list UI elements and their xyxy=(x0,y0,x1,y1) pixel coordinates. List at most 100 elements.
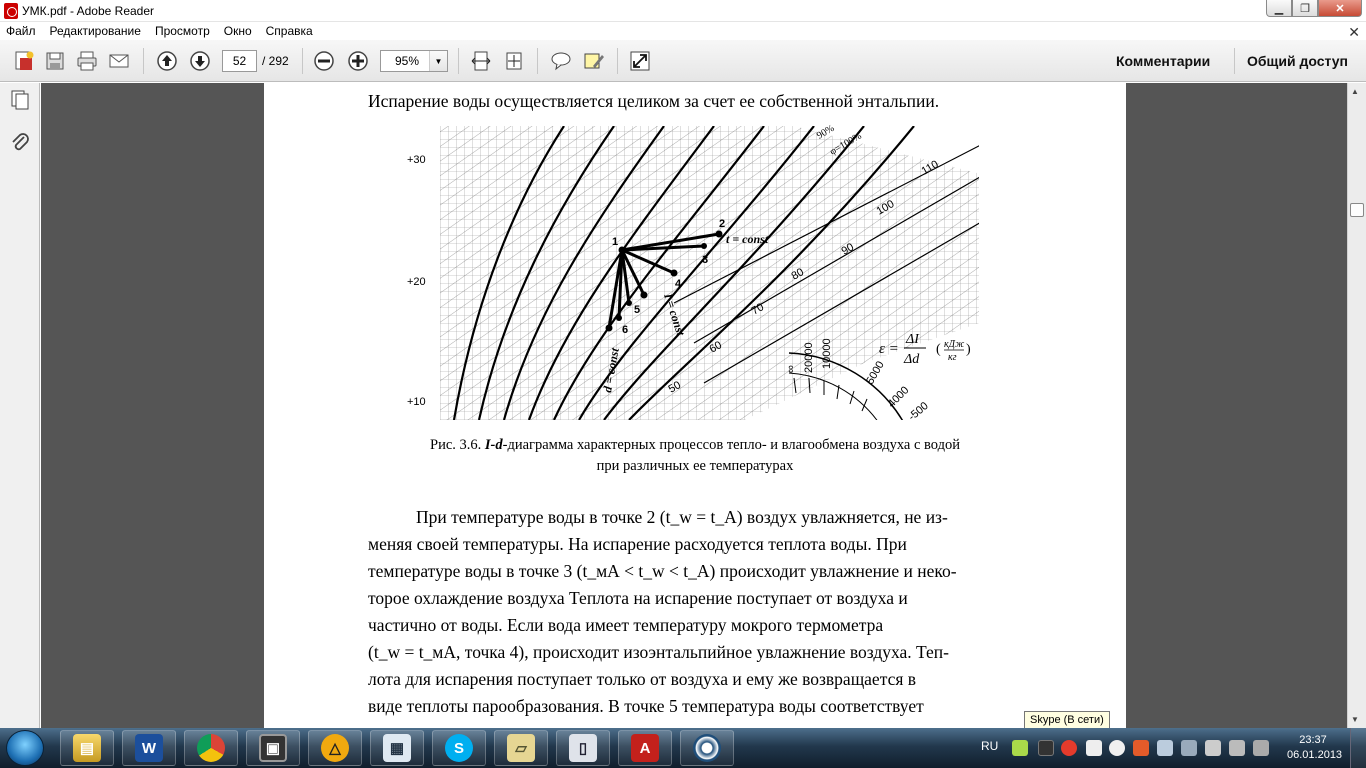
tray-app-icon[interactable] xyxy=(1038,740,1054,756)
previous-page-button[interactable] xyxy=(155,49,179,73)
email-button[interactable] xyxy=(107,49,131,73)
create-pdf-icon xyxy=(15,51,34,70)
tray-lightning-icon[interactable] xyxy=(1109,740,1125,756)
formula-unit-denominator: кг xyxy=(948,352,957,363)
menu-view[interactable]: Просмотр xyxy=(155,24,210,38)
tray-arrow-icon[interactable] xyxy=(1086,740,1102,756)
body-text-line: температуре воды в точке 3 (t_мА < t_w <… xyxy=(368,561,957,581)
menu-file[interactable]: Файл xyxy=(6,24,36,38)
usb-icon[interactable] xyxy=(1205,740,1221,756)
vertical-scrollbar[interactable]: ▲ ▼ xyxy=(1347,83,1366,728)
scrollbar-thumb[interactable] xyxy=(1350,203,1364,217)
target-icon xyxy=(693,734,721,762)
epsilon-tick: ∞ xyxy=(785,365,797,373)
calculator-icon: ▦ xyxy=(383,734,411,762)
chevron-down-icon[interactable]: ▼ xyxy=(429,51,447,71)
id-diagram: +30 +20 +10 110 100 90 80 70 60 50 ∞ 200… xyxy=(407,123,979,423)
close-button[interactable]: ✕ xyxy=(1318,0,1362,17)
epsilon-tick: 10000 xyxy=(821,338,833,369)
figure-caption-line2: при различных ее температурах xyxy=(596,458,794,474)
alert-icon[interactable] xyxy=(1061,740,1077,756)
taskbar-app-phone[interactable]: ▯ xyxy=(556,730,610,766)
taskbar-app-chrome[interactable] xyxy=(184,730,238,766)
taskbar-app-save[interactable]: ▣ xyxy=(246,730,300,766)
taskbar-app-calculator[interactable]: ▦ xyxy=(370,730,424,766)
epsilon-tick: 20000 xyxy=(803,342,815,373)
bluetooth-icon[interactable] xyxy=(1181,740,1197,756)
zoom-in-button[interactable] xyxy=(346,49,370,73)
taskbar-app-acrobat[interactable]: A xyxy=(618,730,672,766)
start-button[interactable] xyxy=(6,730,44,766)
scroll-down-arrow-icon[interactable]: ▼ xyxy=(1351,715,1359,724)
menu-edit[interactable]: Редактирование xyxy=(50,24,141,38)
zoom-value: 95% xyxy=(395,54,420,68)
floppy-icon: ▣ xyxy=(259,734,287,762)
body-text-line: При температуре воды в точке 2 (t_w = t_… xyxy=(416,507,948,527)
phone-icon: ▯ xyxy=(569,734,597,762)
save-button[interactable] xyxy=(43,49,67,73)
highlight-button[interactable] xyxy=(582,49,606,73)
comments-panel-button[interactable]: Комментарии xyxy=(1116,53,1210,69)
window-title: УМК.pdf - Adobe Reader xyxy=(22,4,155,18)
line-label: t = const xyxy=(726,232,769,246)
fit-page-button[interactable] xyxy=(502,49,526,73)
y-tick: +30 xyxy=(407,154,426,166)
taskbar-app-word[interactable]: W xyxy=(122,730,176,766)
create-pdf-button[interactable] xyxy=(12,49,36,73)
taskbar-app-avast[interactable]: △ xyxy=(308,730,362,766)
zoom-out-button[interactable] xyxy=(312,49,336,73)
minus-circle-icon xyxy=(314,51,334,71)
navigation-pane xyxy=(0,83,40,728)
volume-icon[interactable] xyxy=(1253,740,1269,756)
pages-icon[interactable] xyxy=(9,89,31,111)
close-document-button[interactable]: ✕ xyxy=(1348,24,1360,41)
tray-dot-icon[interactable] xyxy=(1133,740,1149,756)
acrobat-icon: A xyxy=(631,734,659,762)
print-icon xyxy=(77,51,97,71)
full-screen-button[interactable] xyxy=(628,49,652,73)
toolbar-separator xyxy=(458,48,459,74)
highlighter-icon xyxy=(584,53,604,69)
point-label: 6 xyxy=(622,324,628,336)
minimize-button[interactable]: ▁ xyxy=(1266,0,1292,17)
zoom-select[interactable]: 95% ▼ xyxy=(380,50,448,72)
scroll-up-arrow-icon[interactable]: ▲ xyxy=(1351,87,1359,96)
pdf-page: Испарение воды осуществляется целиком за… xyxy=(264,83,1126,728)
fit-width-button[interactable] xyxy=(469,49,493,73)
document-viewport[interactable]: Испарение воды осуществляется целиком за… xyxy=(41,83,1347,728)
point-label: 5 xyxy=(634,304,640,316)
next-page-button[interactable] xyxy=(188,49,212,73)
wifi-icon[interactable] xyxy=(1229,740,1245,756)
menu-help[interactable]: Справка xyxy=(266,24,313,38)
taskbar-app-skype[interactable]: S xyxy=(432,730,486,766)
plus-circle-icon xyxy=(348,51,368,71)
taskbar-app-target[interactable] xyxy=(680,730,734,766)
clock-date: 06.01.2013 xyxy=(1287,749,1343,761)
chrome-icon xyxy=(197,734,225,762)
tray-skype-icon[interactable] xyxy=(1012,740,1028,756)
paperclip-icon[interactable] xyxy=(9,131,31,153)
menu-window[interactable]: Окно xyxy=(224,24,252,38)
show-desktop-button[interactable] xyxy=(1350,728,1366,768)
network-icon[interactable] xyxy=(1157,740,1173,756)
print-button[interactable] xyxy=(75,49,99,73)
taskbar: ▤ W ▣ △ ▦ S ▱ ▯ A RU 23:37 06.01.2013 xyxy=(0,728,1366,768)
skype-icon: S xyxy=(445,734,473,762)
arrow-up-circle-icon xyxy=(157,51,177,71)
share-panel-button[interactable]: Общий доступ xyxy=(1247,53,1348,69)
formula-unit-numerator: кДж xyxy=(944,339,965,350)
taskbar-app-folder[interactable]: ▱ xyxy=(494,730,548,766)
body-text-line: частично от воды. Если вода имеет темпер… xyxy=(368,615,884,635)
title-bar: УМК.pdf - Adobe Reader ▁ ❐ ✕ xyxy=(0,0,1366,22)
maximize-button[interactable]: ❐ xyxy=(1292,0,1318,17)
body-text-line: Испарение воды осуществляется целиком за… xyxy=(368,91,940,111)
fit-width-icon xyxy=(471,51,491,71)
clock-time: 23:37 xyxy=(1299,734,1327,746)
point-label: 1 xyxy=(612,236,618,248)
language-indicator[interactable]: RU xyxy=(981,739,998,753)
taskbar-app-explorer[interactable]: ▤ xyxy=(60,730,114,766)
page-number-input[interactable]: 52 xyxy=(222,50,257,72)
clock[interactable]: 23:37 06.01.2013 xyxy=(1287,733,1343,763)
add-comment-button[interactable] xyxy=(549,49,573,73)
expand-icon xyxy=(630,51,650,71)
